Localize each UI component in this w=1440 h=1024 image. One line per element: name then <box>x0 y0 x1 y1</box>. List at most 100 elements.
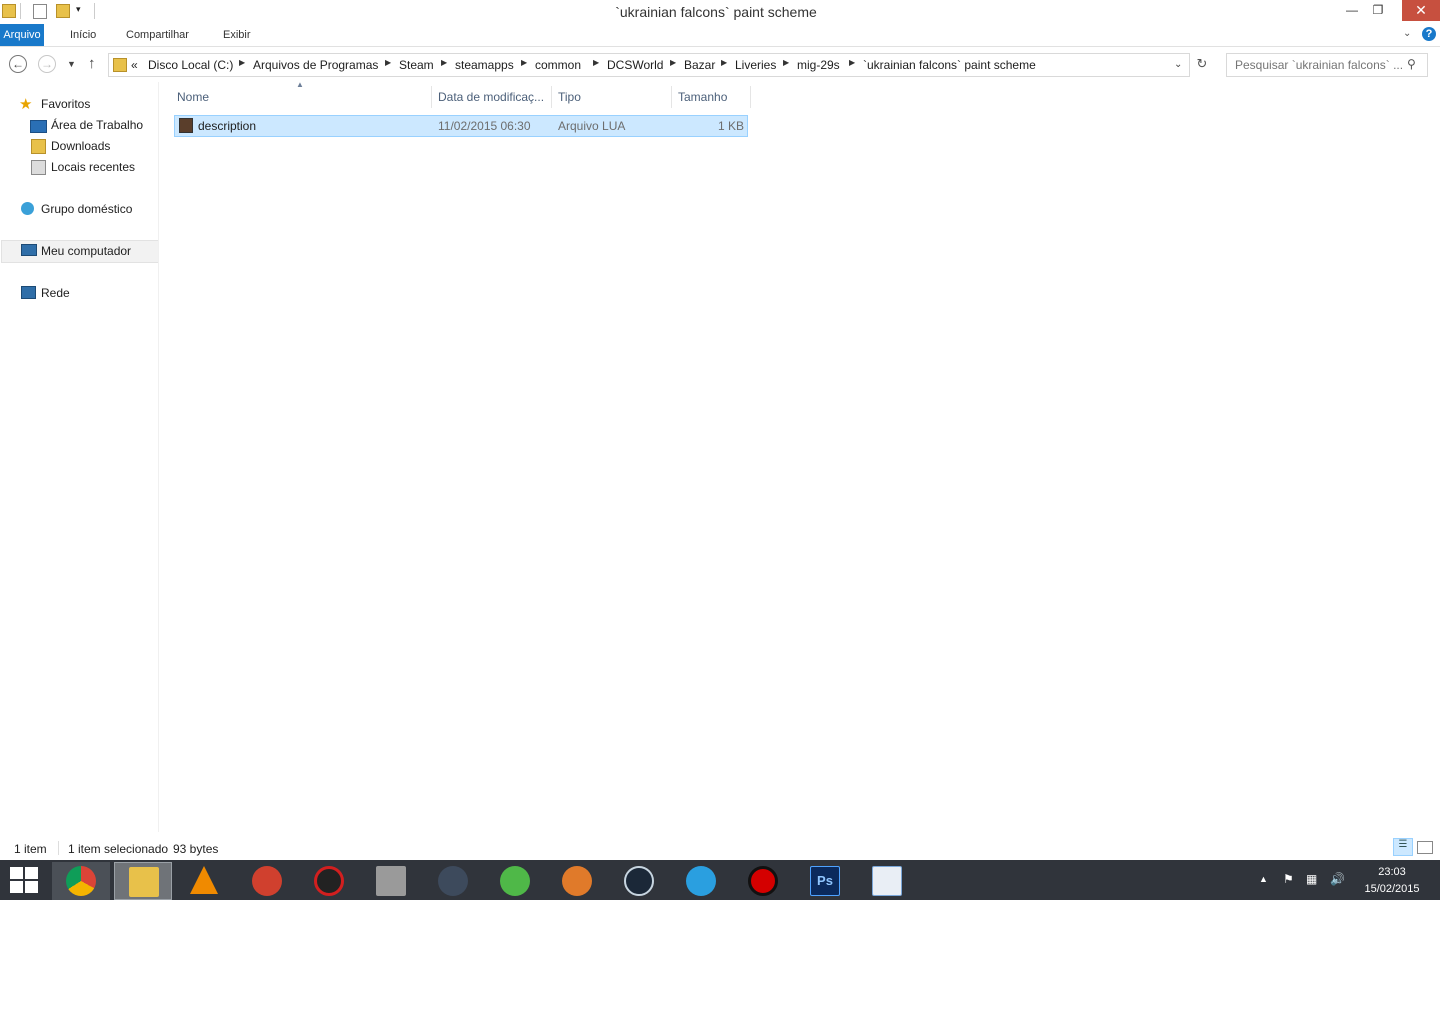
column-header-type[interactable]: Tipo <box>558 90 581 104</box>
minimize-button[interactable]: — <box>1338 0 1366 22</box>
wordpad-icon <box>872 866 902 896</box>
taskbar-vlc[interactable] <box>176 862 234 900</box>
taskbar-photoshop[interactable]: Ps <box>796 862 854 900</box>
nav-homegroup[interactable]: Grupo doméstico <box>41 202 132 216</box>
file-name[interactable]: description <box>198 119 256 133</box>
details-view-icon[interactable]: ☰ <box>1393 838 1413 856</box>
taskbar-file-explorer[interactable] <box>114 862 172 900</box>
breadcrumb-separator-icon[interactable]: ▶ <box>670 58 676 67</box>
up-button[interactable]: ↑ <box>88 55 96 72</box>
taskbar-utorrent[interactable] <box>486 862 544 900</box>
taskbar-steam[interactable] <box>610 862 668 900</box>
breadcrumb-separator-icon[interactable]: ▶ <box>521 58 527 67</box>
taskbar-record-app[interactable] <box>734 862 792 900</box>
clock-time[interactable]: 23:03 <box>1362 866 1422 878</box>
tab-compartilhar[interactable]: Compartilhar <box>120 24 195 46</box>
breadcrumb-item[interactable]: Bazar <box>684 58 715 72</box>
pane-divider[interactable] <box>158 82 159 832</box>
clock-date[interactable]: 15/02/2015 <box>1362 883 1422 895</box>
column-header-date[interactable]: Data de modificaç... <box>438 90 544 104</box>
action-center-flag-icon[interactable]: ⚑ <box>1283 872 1294 886</box>
breadcrumb-separator-icon[interactable]: ▶ <box>849 58 855 67</box>
show-hidden-icons-icon[interactable]: ▲ <box>1259 874 1268 884</box>
taskbar-wall-app[interactable] <box>362 862 420 900</box>
steam-icon <box>624 866 654 896</box>
search-icon[interactable]: ⚲ <box>1407 57 1416 71</box>
recent-locations-icon[interactable]: ▼ <box>67 59 76 69</box>
volume-icon[interactable]: 🔊 <box>1330 872 1345 886</box>
chrome-icon <box>66 866 96 896</box>
taskbar-wordpad[interactable] <box>858 862 916 900</box>
breadcrumb-item[interactable]: DCSWorld <box>607 58 663 72</box>
breadcrumb-separator-icon[interactable]: ▶ <box>783 58 789 67</box>
taskbar-blocked-app[interactable] <box>300 862 358 900</box>
breadcrumb-item[interactable]: steamapps <box>455 58 514 72</box>
expand-ribbon-icon[interactable]: ⌄ <box>1403 28 1411 39</box>
nav-computer[interactable]: Meu computador <box>41 244 131 258</box>
nav-favorites[interactable]: Favoritos <box>41 97 90 111</box>
column-header-name[interactable]: Nome <box>177 90 209 104</box>
breadcrumb-item[interactable]: mig-29s <box>797 58 840 72</box>
status-item-count: 1 item <box>14 842 47 856</box>
nav-network[interactable]: Rede <box>41 286 70 300</box>
address-dropdown-icon[interactable]: ⌄ <box>1174 59 1182 70</box>
column-divider[interactable] <box>671 86 672 108</box>
breadcrumb-item[interactable]: `ukrainian falcons` paint scheme <box>863 58 1036 72</box>
taskbar-internet-explorer[interactable] <box>672 862 730 900</box>
taskbar-mascot-app[interactable] <box>548 862 606 900</box>
search-input[interactable] <box>1233 54 1407 76</box>
column-header-size[interactable]: Tamanho <box>678 90 727 104</box>
ribbon <box>0 24 1440 47</box>
close-button[interactable]: ✕ <box>1402 0 1440 21</box>
wall-app-icon <box>376 866 406 896</box>
star-icon: ★ <box>19 96 33 113</box>
recent-places-icon <box>31 160 46 175</box>
breadcrumb-item[interactable]: Arquivos de Programas <box>253 58 378 72</box>
window-title: `ukrainian falcons` paint scheme <box>615 4 817 20</box>
sort-ascending-icon: ▲ <box>296 80 304 89</box>
breadcrumb-item[interactable]: Liveries <box>735 58 776 72</box>
search-box[interactable] <box>1226 53 1428 77</box>
tab-inicio[interactable]: Início <box>64 24 102 46</box>
breadcrumb-separator-icon[interactable]: ▶ <box>239 58 245 67</box>
taskbar-chrome[interactable] <box>52 862 110 900</box>
breadcrumb-item[interactable]: common <box>535 58 581 72</box>
column-divider[interactable] <box>750 86 751 108</box>
breadcrumb-item[interactable]: Steam <box>399 58 434 72</box>
large-icons-view-icon[interactable] <box>1417 841 1433 854</box>
nav-item-recent[interactable]: Locais recentes <box>51 160 135 174</box>
breadcrumb-separator-icon[interactable]: ▶ <box>721 58 727 67</box>
column-divider[interactable] <box>551 86 552 108</box>
restore-button[interactable]: ❐ <box>1364 0 1392 22</box>
tab-arquivo[interactable]: Arquivo <box>0 24 44 46</box>
nav-item-downloads[interactable]: Downloads <box>51 139 110 153</box>
status-bytes: 93 bytes <box>173 842 219 856</box>
desktop-icon <box>30 120 47 133</box>
nav-item-desktop[interactable]: Área de Trabalho <box>51 118 143 132</box>
dark-sphere-app-icon <box>438 866 468 896</box>
taskbar-ccleaner[interactable] <box>238 862 296 900</box>
refresh-button[interactable]: ↻ <box>1189 53 1214 75</box>
breadcrumb-separator-icon[interactable]: ▶ <box>593 58 599 67</box>
taskbar-dark-sphere-app[interactable] <box>424 862 482 900</box>
start-icon-part <box>25 881 38 893</box>
back-button[interactable]: ← <box>9 55 27 73</box>
start-button[interactable] <box>10 867 38 893</box>
breadcrumb-separator-icon[interactable]: ▶ <box>441 58 447 67</box>
breadcrumb-overflow[interactable]: « <box>131 58 138 72</box>
breadcrumb-item[interactable]: Disco Local (C:) <box>148 58 233 72</box>
blocked-app-icon <box>314 866 344 896</box>
network-icon <box>21 286 36 299</box>
tab-exibir[interactable]: Exibir <box>217 24 257 46</box>
utorrent-icon <box>500 866 530 896</box>
homegroup-icon <box>21 202 34 215</box>
status-selected: 1 item selecionado <box>68 842 169 856</box>
forward-button[interactable]: → <box>38 55 56 73</box>
lua-file-icon <box>179 118 193 133</box>
column-divider[interactable] <box>431 86 432 108</box>
help-icon[interactable]: ? <box>1422 27 1436 41</box>
breadcrumb-separator-icon[interactable]: ▶ <box>385 58 391 67</box>
network-tray-icon[interactable]: ▦ <box>1306 872 1317 886</box>
folder-icon <box>113 58 127 72</box>
record-app-icon <box>748 866 778 896</box>
